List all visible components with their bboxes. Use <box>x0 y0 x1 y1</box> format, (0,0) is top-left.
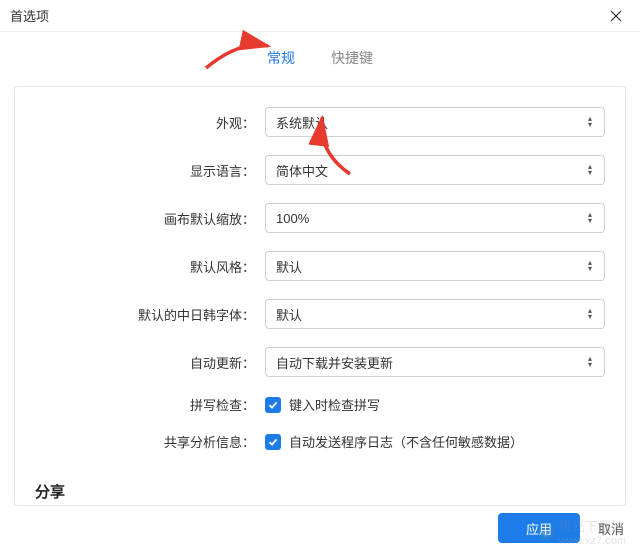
row-display-language: 显示语言： 简体中文 ▴▾ <box>35 155 605 185</box>
cancel-button[interactable]: 取消 <box>598 519 624 538</box>
tab-shortcuts[interactable]: 快捷键 <box>327 46 377 70</box>
updown-icon: ▴▾ <box>588 164 598 176</box>
window-title: 首选项 <box>10 6 49 25</box>
updown-icon: ▴▾ <box>588 260 598 272</box>
row-spell-check: 拼写检查： 键入时检查拼写 <box>35 395 605 414</box>
updown-icon: ▴▾ <box>588 116 598 128</box>
label-share-analytics: 共享分析信息： <box>35 432 265 451</box>
select-default-style[interactable]: 默认 ▴▾ <box>265 251 605 281</box>
tab-general[interactable]: 常规 <box>263 46 299 70</box>
section-share-heading: 分享 <box>35 481 605 502</box>
updown-icon: ▴▾ <box>588 308 598 320</box>
row-canvas-zoom: 画布默认缩放： 100% ▴▾ <box>35 203 605 233</box>
footer: 应用 取消 <box>498 513 624 543</box>
check-icon <box>268 437 278 447</box>
label-cjk-font: 默认的中日韩字体： <box>35 305 265 324</box>
settings-panel: 外观： 系统默认 ▴▾ 显示语言： 简体中文 ▴▾ 画布默认缩放： 100% ▴… <box>14 86 626 506</box>
tabs: 常规 快捷键 <box>0 32 640 80</box>
label-appearance: 外观： <box>35 113 265 132</box>
updown-icon: ▴▾ <box>588 212 598 224</box>
row-auto-update: 自动更新： 自动下载并安装更新 ▴▾ <box>35 347 605 377</box>
select-auto-update-value: 自动下载并安装更新 <box>276 353 393 372</box>
apply-button[interactable]: 应用 <box>498 513 580 543</box>
select-cjk-font[interactable]: 默认 ▴▾ <box>265 299 605 329</box>
row-cjk-font: 默认的中日韩字体： 默认 ▴▾ <box>35 299 605 329</box>
close-button[interactable] <box>602 2 630 30</box>
select-canvas-zoom-value: 100% <box>276 211 309 226</box>
select-canvas-zoom[interactable]: 100% ▴▾ <box>265 203 605 233</box>
row-share-analytics: 共享分析信息： 自动发送程序日志（不含任何敏感数据） <box>35 432 605 451</box>
select-default-style-value: 默认 <box>276 257 302 276</box>
checkbox-spell-check[interactable] <box>265 397 281 413</box>
select-auto-update[interactable]: 自动下载并安装更新 ▴▾ <box>265 347 605 377</box>
label-canvas-zoom: 画布默认缩放： <box>35 209 265 228</box>
updown-icon: ▴▾ <box>588 356 598 368</box>
checkbox-share-analytics-label: 自动发送程序日志（不含任何敏感数据） <box>289 432 523 451</box>
row-appearance: 外观： 系统默认 ▴▾ <box>35 107 605 137</box>
row-default-style: 默认风格： 默认 ▴▾ <box>35 251 605 281</box>
checkbox-spell-check-label: 键入时检查拼写 <box>289 395 380 414</box>
select-display-language[interactable]: 简体中文 ▴▾ <box>265 155 605 185</box>
label-display-language: 显示语言： <box>35 161 265 180</box>
select-cjk-font-value: 默认 <box>276 305 302 324</box>
label-spell-check: 拼写检查： <box>35 395 265 414</box>
close-icon <box>610 10 622 22</box>
titlebar: 首选项 <box>0 0 640 32</box>
label-default-style: 默认风格： <box>35 257 265 276</box>
select-display-language-value: 简体中文 <box>276 161 328 180</box>
select-appearance[interactable]: 系统默认 ▴▾ <box>265 107 605 137</box>
check-icon <box>268 400 278 410</box>
select-appearance-value: 系统默认 <box>276 113 328 132</box>
checkbox-share-analytics[interactable] <box>265 434 281 450</box>
label-auto-update: 自动更新： <box>35 353 265 372</box>
